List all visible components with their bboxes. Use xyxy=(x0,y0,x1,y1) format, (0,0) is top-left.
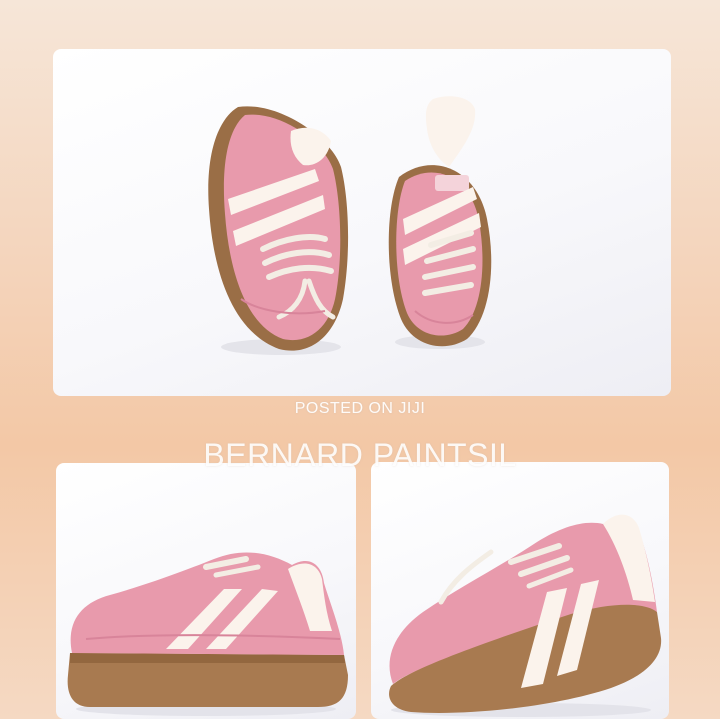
top-photo xyxy=(53,49,671,396)
bottom-left-photo xyxy=(56,463,356,719)
bottom-right-photo xyxy=(371,462,669,719)
sneaker-side-view-illustration xyxy=(67,552,348,716)
watermark-seller-name: BERNARD PAINTSIL xyxy=(203,437,517,473)
sneaker-three-quarter-illustration xyxy=(389,514,662,717)
product-image-collage: POSTED ON JIJI BERNARD PAINTSIL xyxy=(0,0,720,719)
sneaker-pair-illustration xyxy=(208,96,492,355)
right-shoe xyxy=(388,96,492,347)
left-shoe xyxy=(208,106,349,351)
watermark-posted-on: POSTED ON JIJI xyxy=(294,400,426,417)
